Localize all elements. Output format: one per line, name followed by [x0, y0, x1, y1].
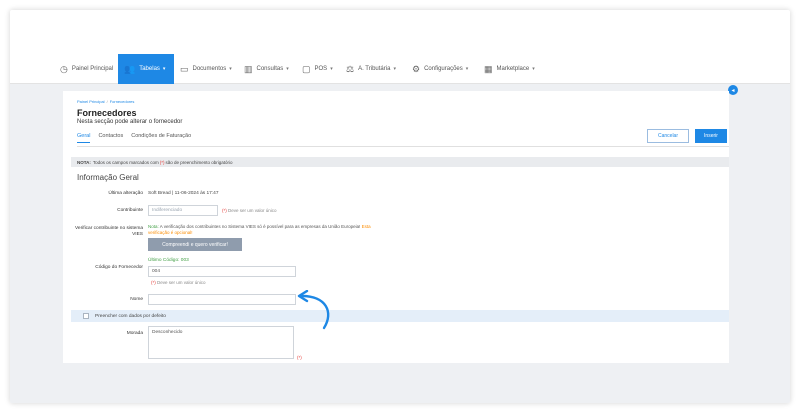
main-navbar: ◷ Painel Principal 👥 Tabelas ▾ ▭ Documen…: [10, 54, 790, 84]
form-tabs: Geral Contactos Condições de Faturação: [77, 133, 199, 143]
scale-icon: ⚖: [346, 63, 355, 74]
supplier-code-input[interactable]: 004: [148, 266, 296, 277]
address-label: Morada: [126, 331, 143, 336]
gear-icon: ⚙: [412, 63, 421, 74]
nav-a-tributaria[interactable]: ⚖ A. Tributária ▾: [340, 54, 402, 84]
insert-button[interactable]: Inserir: [695, 129, 727, 143]
section-title: Informação Geral: [77, 173, 139, 182]
last-change-value: Soft Bread | 11-06-2024 às 17:47: [148, 191, 219, 196]
name-label: Nome: [130, 297, 143, 302]
right-sidebar: [729, 84, 749, 363]
supplier-code-label: Código do Fornecedor: [95, 265, 143, 270]
name-input[interactable]: [148, 294, 296, 305]
breadcrumb-current[interactable]: Fornecedores: [110, 99, 135, 104]
taxpayer-unique-hint: (*) Deve ser um valor único: [222, 208, 277, 213]
supplier-form-panel: Painel Principal / Fornecedores Fornecedor…: [63, 91, 729, 363]
taxpayer-label: Contribuinte: [117, 208, 143, 213]
breadcrumb-root[interactable]: Painel Principal: [77, 99, 105, 104]
clock-icon: ◷: [60, 63, 68, 74]
chevron-left-icon: ◂: [731, 87, 735, 94]
tab-divider: [77, 146, 729, 147]
pos-icon: ▢: [302, 63, 311, 74]
nav-marketplace[interactable]: ▦ Marketplace ▾: [478, 54, 541, 84]
grid-icon: ▦: [484, 63, 493, 74]
annotation-arrow-icon: [297, 290, 330, 330]
nav-consultas[interactable]: ▥ Consultas ▾: [238, 54, 295, 84]
app-window: ◷ Painel Principal 👥 Tabelas ▾ ▭ Documen…: [10, 10, 790, 403]
taxpayer-input[interactable]: Indiferenciado: [148, 205, 218, 216]
verify-vies-button[interactable]: Compreendi e quero verificar!: [148, 238, 242, 251]
chevron-down-icon: ▾: [330, 66, 333, 72]
chevron-down-icon: ▾: [162, 66, 166, 72]
nav-configuracoes[interactable]: ⚙ Configurações ▾: [406, 54, 474, 84]
collapse-sidebar-button[interactable]: ◂: [728, 85, 738, 95]
vies-note: Nota: A verificação dos contribuintes no…: [148, 224, 371, 235]
users-icon: 👥: [124, 63, 136, 74]
chart-icon: ▥: [244, 63, 253, 74]
last-change-label: Última alteração: [108, 191, 143, 196]
nav-painel-principal[interactable]: ◷ Painel Principal: [54, 54, 119, 84]
nav-documentos[interactable]: ▭ Documentos ▾: [174, 54, 238, 84]
vies-label: Verificar contribuinte no sistema VIES: [75, 226, 143, 237]
last-code-hint: Último Código: 003: [148, 258, 189, 263]
chevron-down-icon: ▾: [393, 66, 396, 72]
chevron-down-icon: ▾: [465, 66, 469, 72]
page-subtitle: Nesta secção pode alterar o fornecedor: [77, 119, 183, 125]
nav-pos[interactable]: ▢ POS ▾: [296, 54, 339, 84]
required-fields-note: NOTA: Todos os campos marcados com (*) s…: [71, 157, 729, 167]
page-title: Fornecedores: [77, 108, 137, 118]
tab-geral[interactable]: Geral: [77, 133, 91, 143]
chevron-down-icon: ▾: [286, 66, 289, 72]
address-required-marker: (*): [297, 355, 302, 360]
chevron-down-icon: ▾: [532, 66, 535, 72]
tab-contactos[interactable]: Contactos: [98, 133, 123, 143]
chevron-down-icon: ▾: [229, 66, 232, 72]
code-unique-hint: (*) Deve ser um valor único: [151, 280, 206, 285]
breadcrumb: Painel Principal / Fornecedores: [77, 99, 135, 104]
nav-tabelas[interactable]: 👥 Tabelas ▾: [118, 54, 174, 84]
tab-condicoes-faturacao[interactable]: Condições de Faturação: [131, 133, 191, 143]
prefill-defaults-row: Preencher com dados por defeito: [71, 310, 729, 322]
address-textarea[interactable]: Desconhecido: [148, 326, 294, 359]
document-icon: ▭: [180, 63, 189, 74]
cancel-button[interactable]: Cancelar: [647, 129, 689, 143]
prefill-defaults-checkbox[interactable]: [83, 313, 89, 319]
